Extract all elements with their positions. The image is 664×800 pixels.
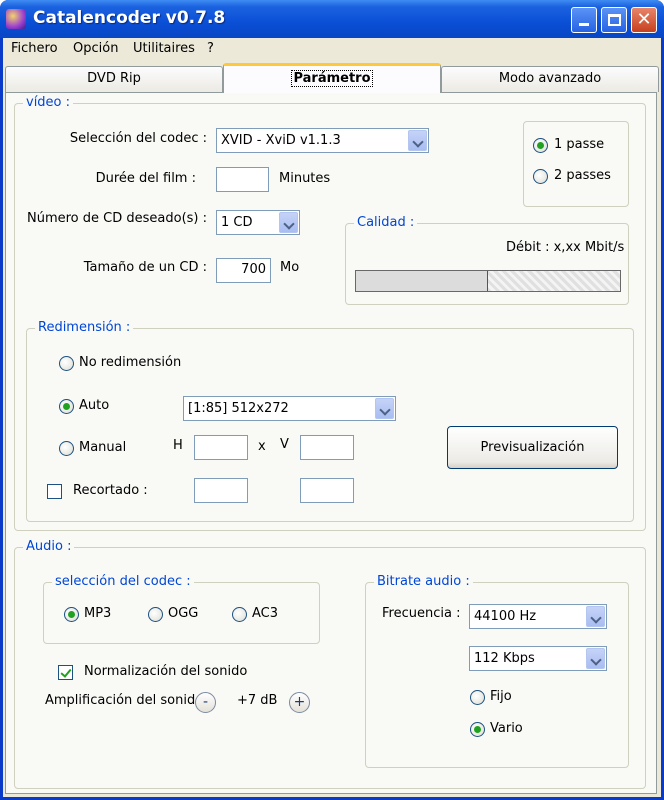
tab-strip: DVD Rip Parámetro Modo avanzado bbox=[3, 63, 661, 93]
chevron-down-icon[interactable] bbox=[375, 398, 394, 419]
no-resize-radio[interactable] bbox=[59, 356, 74, 371]
codec-ogg-radio[interactable] bbox=[148, 607, 163, 622]
chevron-down-icon[interactable] bbox=[408, 130, 427, 151]
codec-mp3-radio[interactable] bbox=[64, 607, 79, 622]
auto-resize-radio[interactable] bbox=[59, 399, 74, 414]
chevron-down-icon[interactable] bbox=[586, 648, 605, 669]
codec-ac3-radio[interactable] bbox=[232, 607, 247, 622]
codec-ac3-label[interactable]: AC3 bbox=[252, 606, 278, 621]
quality-progress-fill bbox=[356, 271, 488, 291]
pass-2-radio[interactable] bbox=[533, 169, 548, 184]
auto-resolution-select[interactable]: [1:85] 512x272 bbox=[183, 396, 396, 421]
frequency-value: 44100 Hz bbox=[474, 609, 537, 624]
cd-count-label: Número de CD deseado(s) : bbox=[27, 211, 207, 226]
menu-bar: Fichero Opción Utilitaires ? bbox=[3, 38, 661, 60]
quality-group-label: Calidad : bbox=[354, 215, 418, 230]
tab-parametro-label: Parámetro bbox=[291, 70, 373, 87]
video-codec-value: XVID - XviD v1.1.3 bbox=[221, 133, 341, 148]
resize-group-label: Redimensión : bbox=[35, 320, 134, 335]
height-label: H bbox=[173, 438, 183, 453]
video-codec-select[interactable]: XVID - XviD v1.1.3 bbox=[216, 128, 429, 153]
crop-right-input[interactable] bbox=[300, 478, 354, 503]
mode-fixed-radio[interactable] bbox=[470, 690, 485, 705]
parametro-panel: vídeo : Selección del codec : XVID - Xvi… bbox=[5, 92, 657, 794]
width-label: V bbox=[280, 437, 289, 452]
amplify-value: +7 dB bbox=[237, 693, 278, 708]
codec-mp3-label[interactable]: MP3 bbox=[84, 606, 111, 621]
resize-group: Redimensión : No redimensión Auto [1:85]… bbox=[26, 320, 634, 522]
crop-left-input[interactable] bbox=[194, 478, 248, 503]
times-label: x bbox=[258, 439, 266, 454]
manual-width-input[interactable] bbox=[300, 435, 354, 460]
frequency-select[interactable]: 44100 Hz bbox=[469, 604, 607, 629]
window-title: Catalencoder v0.7.8 bbox=[33, 8, 226, 28]
audio-group: Audio : selección del codec : MP3 OGG AC… bbox=[14, 539, 646, 789]
client-area: Fichero Opción Utilitaires ? DVD Rip Par… bbox=[3, 38, 661, 797]
cd-size-input[interactable]: 700 bbox=[216, 258, 271, 283]
video-group-label: vídeo : bbox=[23, 95, 74, 110]
tab-parametro[interactable]: Parámetro bbox=[223, 63, 441, 93]
cd-size-label: Tamaño de un CD : bbox=[83, 260, 207, 275]
crop-checkbox[interactable] bbox=[47, 484, 62, 499]
pass-2-label[interactable]: 2 passes bbox=[554, 168, 611, 183]
audio-bitrate-select[interactable]: 112 Kbps bbox=[469, 646, 607, 671]
audio-bitrate-value: 112 Kbps bbox=[474, 651, 535, 666]
mode-fixed-label[interactable]: Fijo bbox=[490, 689, 512, 704]
duration-unit: Minutes bbox=[279, 171, 331, 186]
mode-variable-radio[interactable] bbox=[470, 722, 485, 737]
amplify-plus-button[interactable]: + bbox=[289, 692, 310, 713]
app-logo-icon bbox=[6, 9, 26, 29]
cd-count-value: 1 CD bbox=[221, 215, 253, 230]
normalize-checkbox[interactable] bbox=[58, 665, 73, 680]
duration-input[interactable] bbox=[216, 167, 269, 192]
manual-resize-label[interactable]: Manual bbox=[79, 440, 126, 455]
quality-progress-bar bbox=[355, 270, 621, 292]
codec-ogg-label[interactable]: OGG bbox=[168, 606, 198, 621]
menu-opcion[interactable]: Opción bbox=[73, 41, 118, 56]
cd-size-unit: Mo bbox=[280, 260, 300, 275]
pass-1-label[interactable]: 1 passe bbox=[554, 137, 604, 152]
tab-modo-avanzado[interactable]: Modo avanzado bbox=[441, 66, 659, 92]
close-icon: ✕ bbox=[636, 9, 652, 30]
manual-height-input[interactable] bbox=[194, 435, 248, 460]
cd-count-select[interactable]: 1 CD bbox=[216, 210, 300, 235]
chevron-down-icon[interactable] bbox=[586, 606, 605, 627]
menu-help[interactable]: ? bbox=[207, 41, 214, 56]
menu-fichero[interactable]: Fichero bbox=[11, 41, 58, 56]
audio-group-label: Audio : bbox=[23, 539, 75, 554]
codec-label: Selección del codec : bbox=[69, 131, 207, 146]
normalize-label[interactable]: Normalización del sonido bbox=[84, 664, 247, 679]
auto-resize-label[interactable]: Auto bbox=[79, 398, 109, 413]
video-group: vídeo : Selección del codec : XVID - Xvi… bbox=[14, 95, 646, 531]
bitrate-audio-group: Bitrate audio : Frecuencia : 44100 Hz 11… bbox=[365, 574, 629, 768]
quality-group: Calidad : Débit : x,xx Mbit/s bbox=[345, 215, 629, 305]
mode-variable-label[interactable]: Vario bbox=[490, 721, 523, 736]
bitrate-readout: Débit : x,xx Mbit/s bbox=[506, 240, 625, 255]
app-window: Catalencoder v0.7.8 ✕ Fichero Opción Uti… bbox=[0, 0, 664, 800]
minimize-button[interactable] bbox=[571, 7, 597, 33]
close-button[interactable]: ✕ bbox=[631, 7, 657, 33]
minimize-icon bbox=[579, 23, 589, 26]
amplify-minus-button[interactable]: - bbox=[195, 692, 216, 713]
frequency-label: Frecuencia : bbox=[382, 606, 461, 621]
amplify-label: Amplificación del sonido bbox=[45, 693, 204, 708]
no-resize-label[interactable]: No redimensión bbox=[79, 355, 181, 370]
duration-label: Durée del film : bbox=[95, 171, 196, 186]
crop-label[interactable]: Recortado : bbox=[73, 483, 148, 498]
title-bar[interactable]: Catalencoder v0.7.8 ✕ bbox=[0, 0, 664, 38]
maximize-button[interactable] bbox=[601, 7, 627, 33]
preview-button[interactable]: Previsualización bbox=[447, 426, 618, 469]
maximize-icon bbox=[608, 14, 621, 26]
bitrate-audio-group-label: Bitrate audio : bbox=[374, 574, 473, 589]
audio-codec-group-label: selección del codec : bbox=[52, 574, 194, 589]
tab-dvd-rip[interactable]: DVD Rip bbox=[5, 66, 223, 92]
audio-codec-group: selección del codec : MP3 OGG AC3 bbox=[43, 574, 320, 644]
manual-resize-radio[interactable] bbox=[59, 441, 74, 456]
passes-group: 1 passe 2 passes bbox=[523, 121, 629, 207]
auto-resolution-value: [1:85] 512x272 bbox=[188, 401, 289, 416]
menu-utilitaires[interactable]: Utilitaires bbox=[133, 41, 195, 56]
pass-1-radio[interactable] bbox=[533, 138, 548, 153]
chevron-down-icon[interactable] bbox=[279, 212, 298, 233]
